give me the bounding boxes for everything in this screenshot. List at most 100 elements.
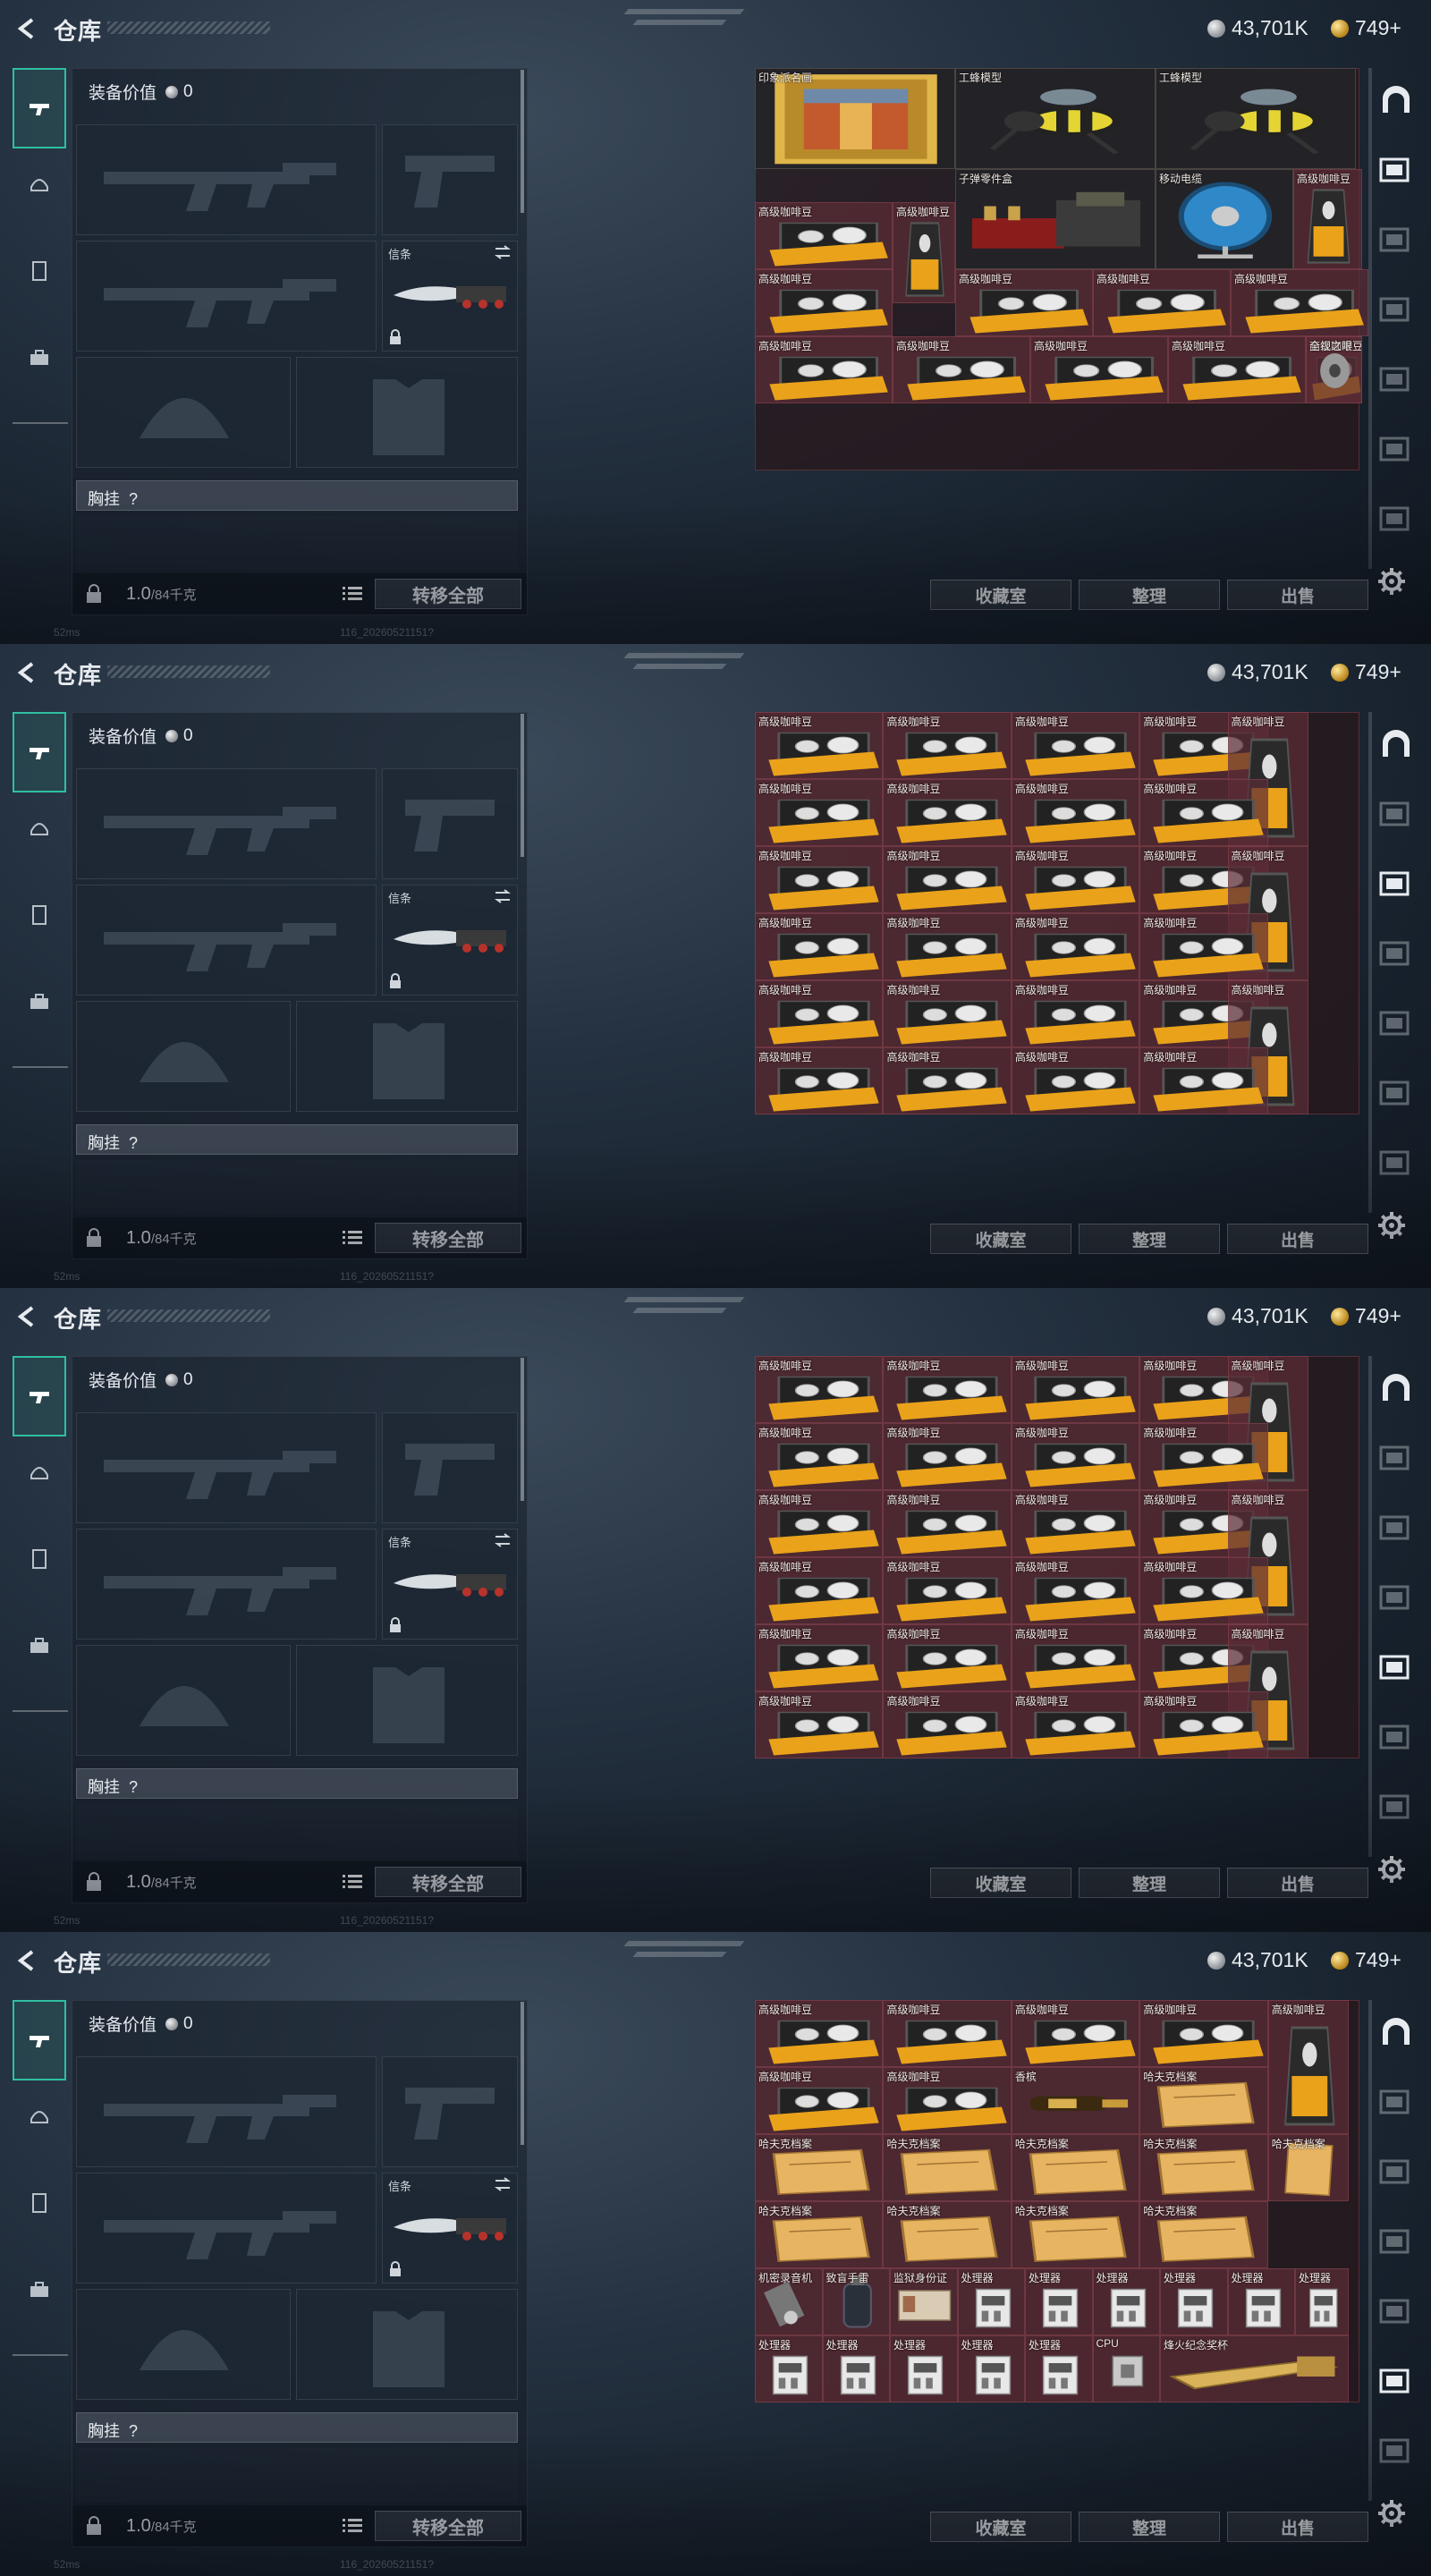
storage-scrollbar[interactable]	[1368, 1356, 1372, 1857]
organize-button[interactable]: 整理	[1079, 1224, 1220, 1254]
inventory-item[interactable]: 高级咖啡豆	[1293, 168, 1362, 269]
pistol-slot[interactable]	[382, 1412, 518, 1523]
helmet-slot[interactable]	[76, 357, 291, 468]
primary-weapon-slot[interactable]	[76, 768, 377, 879]
inventory-item[interactable]: 高级咖啡豆	[755, 2067, 884, 2134]
loadout-scrollbar[interactable]	[521, 714, 524, 857]
inventory-item[interactable]: 香槟	[1011, 2067, 1140, 2134]
body-armor-slot[interactable]	[296, 2289, 518, 2400]
inventory-item[interactable]: 高级咖啡豆	[755, 1490, 884, 1557]
storage-page-1[interactable]	[1377, 156, 1415, 186]
secondary-weapon-slot[interactable]	[76, 885, 377, 996]
tab-armor[interactable]	[13, 2088, 66, 2141]
helmet-slot[interactable]	[76, 1001, 291, 1112]
sell-button[interactable]: 出售	[1227, 1868, 1368, 1898]
collection-room-button[interactable]: 收藏室	[930, 580, 1071, 610]
inventory-item[interactable]: 高级咖啡豆	[1011, 1423, 1140, 1490]
inventory-item[interactable]: 工蜂模型	[955, 68, 1156, 169]
storage-page-1[interactable]	[1377, 1444, 1415, 1474]
inventory-item[interactable]: 高级咖啡豆	[1139, 2000, 1268, 2067]
storage-page-3[interactable]	[1377, 2227, 1415, 2258]
inventory-item[interactable]: 哈夫克档案	[1139, 2134, 1268, 2201]
inventory-item[interactable]: 处理器	[1025, 2268, 1093, 2335]
secondary-weapon-slot[interactable]	[76, 2173, 377, 2284]
inventory-item[interactable]: 高级咖啡豆	[1139, 913, 1268, 980]
swap-icon[interactable]	[494, 889, 512, 903]
storage-page-2[interactable]	[1377, 225, 1415, 256]
swap-icon[interactable]	[494, 245, 512, 259]
storage-page-5[interactable]	[1377, 435, 1415, 465]
back-button[interactable]	[13, 659, 39, 686]
body-armor-slot[interactable]	[296, 1001, 518, 1112]
storage-page-4[interactable]	[1377, 2297, 1415, 2327]
storage-page-4[interactable]	[1377, 1653, 1415, 1683]
inventory-item[interactable]: 处理器	[1092, 2268, 1160, 2335]
sell-button[interactable]: 出售	[1227, 580, 1368, 610]
inventory-item[interactable]: 高级咖啡豆	[1030, 336, 1168, 403]
inventory-item[interactable]: 高级咖啡豆	[1139, 1047, 1268, 1114]
storage-page-2[interactable]	[1377, 1513, 1415, 1544]
chest-rig-slots[interactable]	[76, 2448, 518, 2502]
inventory-item[interactable]: 处理器	[755, 2335, 823, 2402]
chest-rig-slots[interactable]	[76, 1160, 518, 1214]
organize-button[interactable]: 整理	[1079, 1868, 1220, 1898]
inventory-item[interactable]: 哈夫克档案	[883, 2201, 1012, 2268]
storage-page-6[interactable]	[1377, 2436, 1415, 2467]
inventory-item[interactable]: 哈夫克档案	[1139, 2201, 1268, 2268]
inventory-item[interactable]: 高级咖啡豆	[1011, 1691, 1140, 1758]
storage-scrollbar[interactable]	[1368, 2000, 1372, 2501]
inventory-item[interactable]: 高级咖啡豆	[883, 2067, 1012, 2134]
tab-weapons[interactable]	[13, 1356, 66, 1436]
inventory-item[interactable]: 高级咖啡豆	[1267, 2000, 1350, 2134]
inventory-item[interactable]: 高级咖啡豆	[755, 1356, 884, 1423]
inventory-item[interactable]: 处理器	[957, 2335, 1025, 2402]
inventory-item[interactable]: 哈夫克档案	[755, 2134, 884, 2201]
inventory-item[interactable]: 高级咖啡豆	[755, 913, 884, 980]
inventory-item[interactable]: 烽火纪念奖杯	[1160, 2335, 1350, 2402]
chest-rig-slots[interactable]	[76, 516, 518, 570]
chest-rig-slots[interactable]	[76, 1804, 518, 1858]
chest-rig-header[interactable]: 胸挂 ?	[76, 480, 518, 511]
body-armor-slot[interactable]	[296, 1645, 518, 1756]
tab-armor[interactable]	[13, 800, 66, 853]
inventory-item[interactable]: 机密录音机	[755, 2268, 823, 2335]
gear-icon[interactable]	[1377, 567, 1406, 596]
inventory-item[interactable]: 移动电缆	[1156, 168, 1293, 269]
inventory-item[interactable]: 高级咖啡豆	[755, 779, 884, 846]
tab-case[interactable]	[13, 2263, 66, 2317]
storage-page-3[interactable]	[1377, 295, 1415, 326]
tab-case[interactable]	[13, 331, 66, 385]
inventory-item[interactable]: 高级咖啡豆	[883, 846, 1012, 913]
inventory-item[interactable]: 高级咖啡豆	[1011, 980, 1140, 1047]
pistol-slot[interactable]	[382, 768, 518, 879]
storage-page-3[interactable]	[1377, 1583, 1415, 1614]
tab-armor[interactable]	[13, 1444, 66, 1497]
inventory-item[interactable]: 哈夫克档案	[1267, 2134, 1350, 2201]
loadout-scrollbar[interactable]	[521, 70, 524, 213]
currency-coins[interactable]: 43,701K	[1207, 1304, 1308, 1328]
storage-page-2[interactable]	[1377, 869, 1415, 900]
inventory-item[interactable]: 高级咖啡豆	[755, 1423, 884, 1490]
inventory-item[interactable]: 高级咖啡豆	[883, 1624, 1012, 1691]
inventory-item[interactable]: 高级咖啡豆	[883, 1557, 1012, 1624]
tab-backpack[interactable]	[13, 2175, 66, 2229]
collection-room-button[interactable]: 收藏室	[930, 2512, 1071, 2542]
tab-case[interactable]	[13, 1619, 66, 1673]
inventory-item[interactable]: 高级咖啡豆	[1011, 1557, 1140, 1624]
inventory-item[interactable]: 高级咖啡豆	[1011, 1356, 1140, 1423]
inventory-item[interactable]: 高级咖啡豆	[1139, 779, 1268, 846]
tab-backpack[interactable]	[13, 1531, 66, 1585]
inventory-item[interactable]: 处理器	[957, 2268, 1025, 2335]
storage-page-3[interactable]	[1377, 939, 1415, 970]
transfer-all-button[interactable]: 转移全部	[375, 1223, 521, 1253]
inventory-item[interactable]: 高级咖啡豆	[883, 2000, 1012, 2067]
inventory-item[interactable]: 高级咖啡豆	[755, 2000, 884, 2067]
transfer-all-button[interactable]: 转移全部	[375, 2511, 521, 2541]
gear-icon[interactable]	[1377, 1855, 1406, 1884]
pistol-slot[interactable]	[382, 124, 518, 235]
back-button[interactable]	[13, 15, 39, 42]
currency-premium[interactable]: 749+	[1331, 16, 1401, 40]
inventory-item[interactable]: 高级咖啡豆	[955, 269, 1093, 336]
inventory-item[interactable]: 处理器	[1025, 2335, 1093, 2402]
inventory-item[interactable]: 高级咖啡豆	[883, 712, 1012, 779]
